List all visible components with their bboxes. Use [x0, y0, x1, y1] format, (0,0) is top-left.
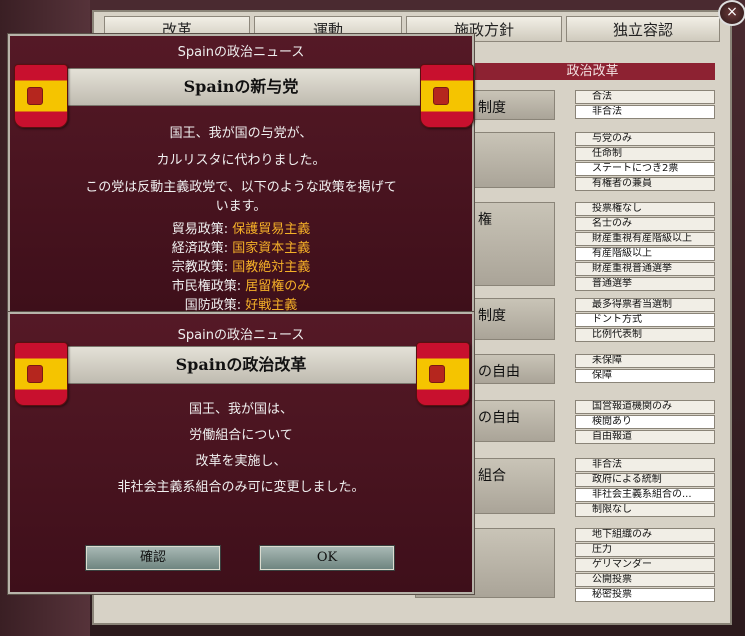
issue-name: の自由 — [478, 410, 520, 426]
reform-option[interactable]: 最多得票者当選制 — [575, 298, 715, 312]
policy-line: 宗教政策: 国教絶対主義 — [171, 260, 311, 275]
reform-option[interactable]: ✓非社会主義系組合の... — [575, 488, 715, 502]
reform-option[interactable]: 任命制 — [575, 147, 715, 161]
reform-option[interactable]: ✓ステートにつき2票 — [575, 162, 715, 176]
reform-option[interactable]: 名士のみ — [575, 217, 715, 231]
political-reforms-header: 政治改革 — [470, 63, 715, 80]
spain-flag-icon — [420, 64, 474, 128]
reform-option[interactable]: 財産重視普通選挙 — [575, 262, 715, 276]
reform-option[interactable]: ✓保障 — [575, 369, 715, 383]
body-line: カルリスタに代わりました。 — [156, 153, 326, 168]
popup-body: 国王、我が国は、 労働組合について 改革を実施し、 非社会主義系組合のみ可に変更… — [10, 400, 472, 497]
reform-option[interactable]: ✓有産階級以上 — [575, 247, 715, 261]
body-line: 非社会主義系組合のみ可に変更しました。 — [117, 480, 365, 495]
body-line: 国王、我が国は、 — [188, 402, 293, 417]
close-button[interactable]: × — [718, 0, 745, 26]
option-list: 国営報道機関のみ ✓検閲あり 自由報道 — [575, 400, 715, 445]
news-popup-political-reform: Spainの政治ニュース Spainの政治改革 国王、我が国は、 労働組合につい… — [8, 312, 474, 594]
confirm-button[interactable]: 確認 — [86, 546, 220, 570]
spain-flag-icon — [416, 342, 470, 406]
reform-option[interactable]: 比例代表制 — [575, 328, 715, 342]
option-list: 与党のみ 任命制 ✓ステートにつき2票 有権者の兼員 — [575, 132, 715, 192]
reform-option[interactable]: 公開投票 — [575, 573, 715, 587]
body-line: 労働組合について — [189, 428, 293, 443]
issue-name: 制度 — [478, 100, 506, 116]
reform-option[interactable]: 自由報道 — [575, 430, 715, 444]
body-line: 改革を実施し、 — [195, 454, 287, 469]
popup-body: 国王、我が国の与党が、 カルリスタに代わりました。 この党は反動主義政党で、以下… — [10, 124, 472, 315]
option-list: 投票権なし 名士のみ 財産重視有産階級以上 ✓有産階級以上 財産重視普通選挙 普… — [575, 202, 715, 292]
reform-option[interactable]: 国営報道機関のみ — [575, 400, 715, 414]
body-line: 国王、我が国の与党が、 — [169, 126, 313, 141]
spain-flag-icon — [14, 64, 68, 128]
reform-option[interactable]: 地下組織のみ — [575, 528, 715, 542]
reform-option[interactable]: ゲリマンダー — [575, 558, 715, 572]
issue-name: 制度 — [478, 308, 506, 324]
option-list: 地下組織のみ 圧力 ゲリマンダー 公開投票 ✓秘密投票 — [575, 528, 715, 603]
reform-option[interactable]: 合法 — [575, 90, 715, 104]
reform-option[interactable]: ✓秘密投票 — [575, 588, 715, 602]
policy-line: 市民権政策: 居留権のみ — [171, 279, 311, 294]
body-line: この党は反動主義政党で、以下のような政策を掲げて — [85, 180, 397, 195]
popup-headline: Spainの政治改革 — [14, 346, 468, 384]
spain-flag-icon — [14, 342, 68, 406]
reform-option[interactable]: ✓ドント方式 — [575, 313, 715, 327]
popup-headline: Spainの新与党 — [14, 68, 468, 106]
ok-button[interactable]: OK — [260, 546, 394, 570]
reform-option[interactable]: 圧力 — [575, 543, 715, 557]
policy-line: 貿易政策: 保護貿易主義 — [171, 222, 311, 237]
reform-option[interactable]: 有権者の兼員 — [575, 177, 715, 191]
reform-option[interactable]: 制限なし — [575, 503, 715, 517]
issue-name: 組合 — [478, 468, 506, 484]
reform-option[interactable]: ✓検閲あり — [575, 415, 715, 429]
option-list: 合法 ✓非合法 — [575, 90, 715, 120]
reform-option[interactable]: 投票権なし — [575, 202, 715, 216]
tab-release-nations[interactable]: 独立容認 — [566, 16, 720, 42]
issue-name: 権 — [478, 212, 492, 228]
option-list: 未保障 ✓保障 — [575, 354, 715, 384]
body-line: います。 — [215, 199, 267, 214]
reform-option[interactable]: 普通選挙 — [575, 277, 715, 291]
policy-line: 経済政策: 国家資本主義 — [171, 241, 311, 256]
popup-title: Spainの政治ニュース — [177, 328, 305, 343]
news-popup-ruling-party: Spainの政治ニュース Spainの新与党 国王、我が国の与党が、 カルリスタ… — [8, 34, 474, 314]
option-list: 非合法 政府による統制 ✓非社会主義系組合の... 制限なし — [575, 458, 715, 518]
reform-option[interactable]: 政府による統制 — [575, 473, 715, 487]
reform-option[interactable]: 非合法 — [575, 458, 715, 472]
issue-name: の自由 — [478, 364, 520, 380]
reform-option[interactable]: 未保障 — [575, 354, 715, 368]
option-list: 最多得票者当選制 ✓ドント方式 比例代表制 — [575, 298, 715, 343]
reform-option[interactable]: 与党のみ — [575, 132, 715, 146]
reform-option[interactable]: 財産重視有産階級以上 — [575, 232, 715, 246]
popup-title: Spainの政治ニュース — [177, 45, 305, 60]
reform-option[interactable]: ✓非合法 — [575, 105, 715, 119]
